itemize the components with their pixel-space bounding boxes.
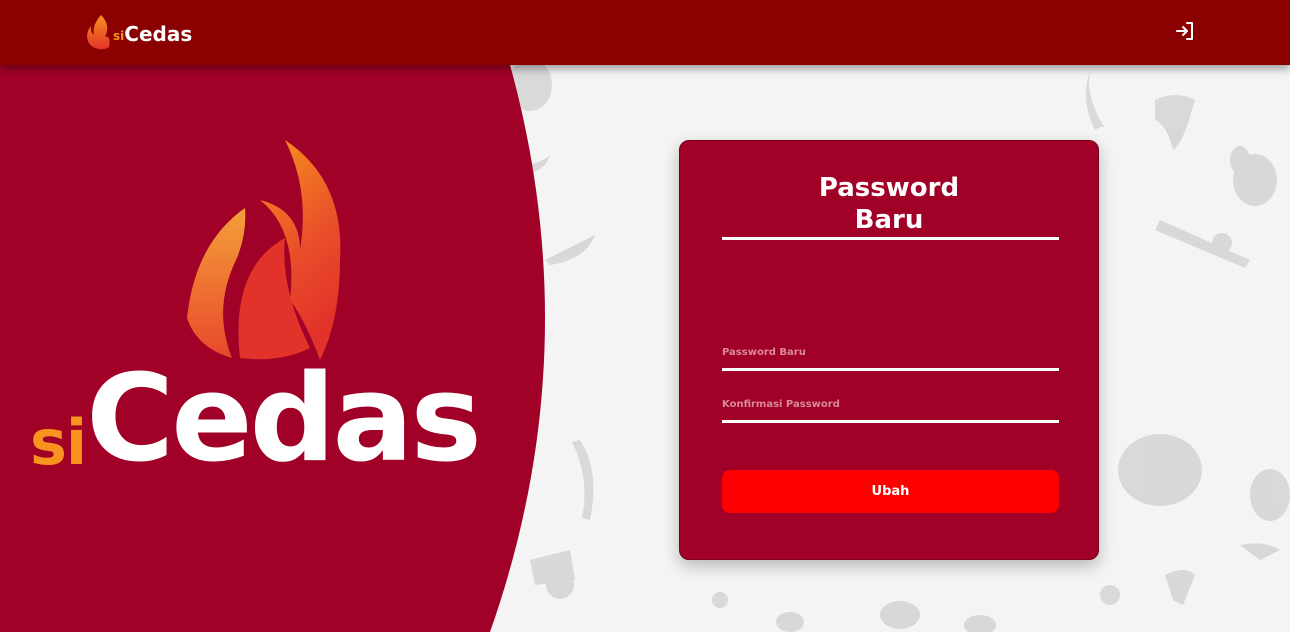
form-title-text: Password Baru: [818, 173, 960, 235]
confirm-password-underline: [722, 420, 1059, 423]
title-divider: [722, 237, 1059, 240]
login-arrow-icon[interactable]: [1174, 20, 1196, 42]
flame-icon: [87, 15, 110, 50]
confirm-password-input[interactable]: [722, 410, 1059, 420]
new-password-field[interactable]: Password Baru: [722, 347, 1059, 371]
new-password-input[interactable]: [722, 358, 1059, 368]
flame-icon: [187, 140, 341, 360]
form-title: Password Baru: [680, 172, 1098, 236]
new-password-label: Password Baru: [722, 347, 806, 358]
navbar: si Cedas: [0, 0, 1290, 65]
brand-name: Cedas: [124, 22, 193, 46]
confirm-password-label: Konfirmasi Password: [722, 399, 840, 410]
new-password-underline: [722, 368, 1059, 371]
confirm-password-field[interactable]: Konfirmasi Password: [722, 399, 1059, 423]
submit-button[interactable]: Ubah: [722, 470, 1059, 513]
hero-logo: si Cedas: [30, 138, 510, 488]
hero-logo-prefix: si: [30, 406, 87, 479]
new-password-form: Password Baru Password Baru Konfirmasi P…: [679, 140, 1099, 560]
hero-logo-name: Cedas: [86, 350, 482, 489]
brand-logo[interactable]: si Cedas: [86, 12, 192, 50]
brand-prefix: si: [113, 29, 125, 43]
